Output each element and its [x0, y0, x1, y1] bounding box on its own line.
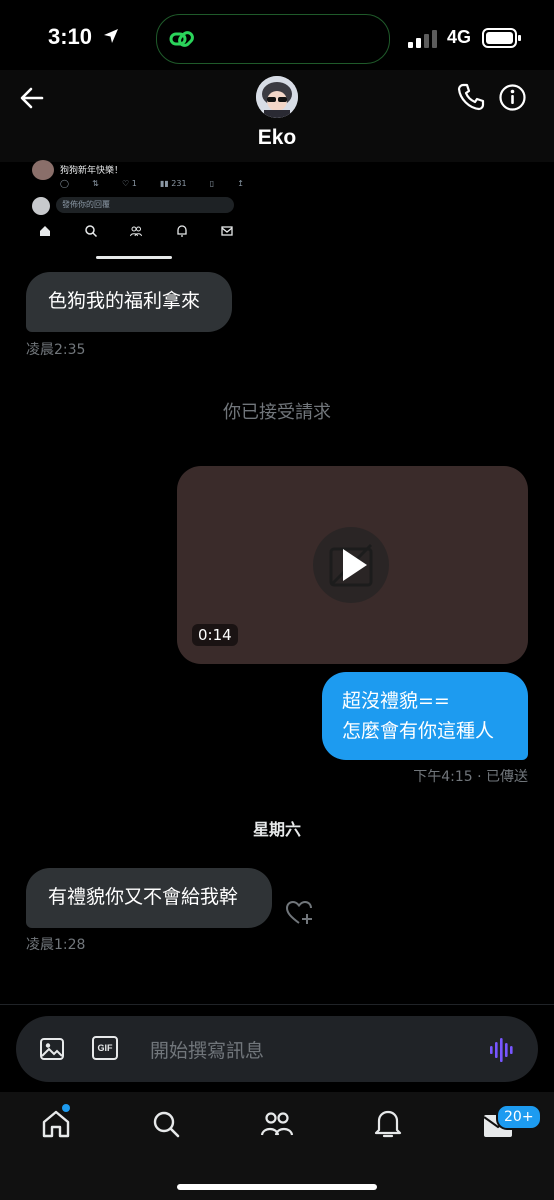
repost-icon: ⇅	[92, 179, 99, 188]
outgoing-message-line: 怎麼會有你這種人	[342, 720, 495, 742]
preview-reply-field: 發佈你的回覆	[56, 197, 234, 213]
home-icon[interactable]	[40, 1108, 72, 1140]
messages-badge: 20+	[496, 1104, 542, 1130]
preview-search-icon	[84, 225, 97, 238]
incoming-message[interactable]: 色狗我的福利拿來	[26, 272, 232, 332]
link-icon	[169, 31, 194, 47]
video-duration: 0:14	[192, 624, 238, 646]
home-notification-dot	[62, 1104, 70, 1112]
image-icon[interactable]	[39, 1036, 65, 1062]
communities-icon[interactable]	[260, 1108, 294, 1140]
back-arrow-icon[interactable]	[18, 84, 46, 112]
battery-icon	[482, 28, 521, 48]
avatar[interactable]	[256, 76, 298, 118]
add-reaction-icon[interactable]	[285, 899, 315, 927]
preview-post-actions: ◯ ⇅ ♡ 1 ▮▮ 231 ▯ ↥	[60, 179, 244, 188]
preview-mail-icon	[221, 226, 233, 236]
search-icon[interactable]	[150, 1108, 182, 1140]
network-type: 4G	[447, 27, 472, 47]
preview-communities-icon	[130, 226, 142, 237]
message-timestamp: 凌晨1:28	[26, 937, 86, 953]
outgoing-message[interactable]: 超沒禮貌== 怎麼會有你這種人	[322, 672, 528, 760]
message-timestamp: 凌晨2:35	[26, 342, 86, 358]
location-arrow-icon	[104, 29, 119, 43]
preview-home-bar	[96, 256, 172, 259]
composer-divider	[0, 1004, 554, 1005]
message-status: 下午4:15 · 已傳送	[413, 769, 528, 785]
info-icon[interactable]	[498, 83, 527, 112]
share-icon: ↥	[237, 179, 244, 188]
preview-nav	[38, 224, 234, 238]
message-input[interactable]: 開始撰寫訊息	[150, 1036, 264, 1063]
preview-home-icon	[40, 226, 50, 236]
conversation-title[interactable]: Eko	[0, 126, 554, 150]
preview-bell-icon	[176, 225, 187, 237]
phone-call-icon[interactable]	[456, 82, 486, 112]
views-icon: ▮▮ 231	[159, 179, 187, 188]
incoming-message[interactable]: 有禮貌你又不會給我幹	[26, 868, 272, 928]
preview-post-text: 狗狗新年快樂！	[60, 166, 124, 176]
shared-screenshot-preview[interactable]: 狗狗新年快樂！ ◯ ⇅ ♡ 1 ▮▮ 231 ▯ ↥ 發佈你的回覆	[28, 160, 244, 260]
status-time: 3:10	[48, 24, 120, 50]
like-icon: ♡ 1	[121, 179, 137, 188]
day-separator: 星期六	[252, 820, 301, 839]
preview-avatar	[32, 160, 54, 180]
outgoing-message-line: 超沒禮貌==	[342, 690, 450, 712]
play-button[interactable]	[313, 527, 389, 603]
dynamic-island	[156, 14, 390, 64]
notifications-bell-icon[interactable]	[373, 1108, 403, 1140]
gif-button[interactable]: GIF	[92, 1036, 118, 1060]
reply-icon: ◯	[60, 179, 69, 188]
bookmark-icon: ▯	[209, 179, 215, 188]
request-accepted-note: 你已接受請求	[223, 402, 331, 423]
preview-reply-avatar	[32, 197, 50, 215]
home-indicator	[177, 1184, 377, 1190]
signal-icon	[408, 30, 437, 48]
voice-message-icon[interactable]	[488, 1036, 516, 1064]
